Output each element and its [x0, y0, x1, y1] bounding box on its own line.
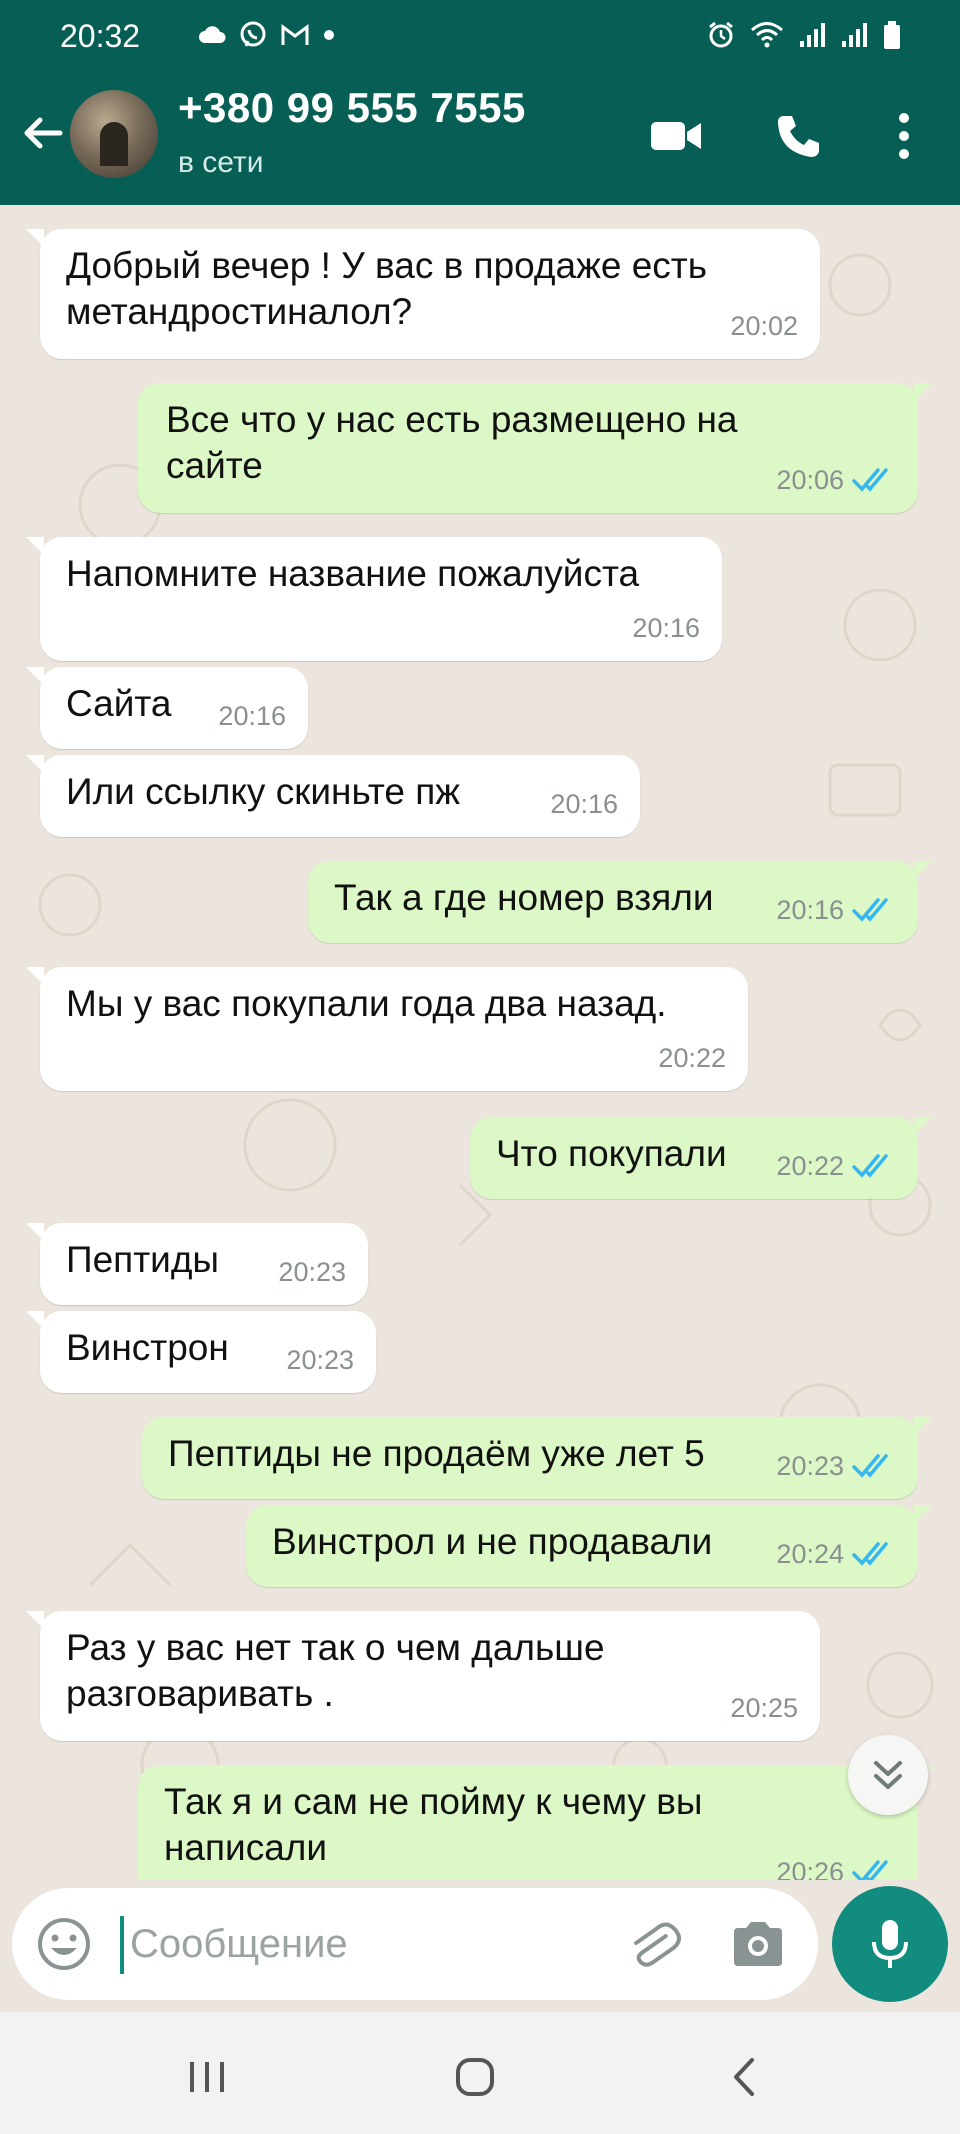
- message-composer[interactable]: Сообщение: [12, 1888, 818, 2000]
- message-meta: 20:25: [730, 1685, 798, 1731]
- scroll-to-bottom-button[interactable]: [848, 1735, 928, 1815]
- microphone-icon: [872, 1920, 908, 1968]
- message-time: 20:22: [658, 1043, 726, 1073]
- message-meta: 20:24: [776, 1531, 896, 1577]
- message-text: Напомните название пожалуйста: [66, 553, 640, 594]
- message-outgoing[interactable]: Что покупали 20:22: [470, 1117, 932, 1199]
- status-right-icons: [706, 20, 902, 50]
- message-text: Мы у вас покупали года два назад.: [66, 983, 667, 1024]
- gmail-icon: [281, 24, 309, 45]
- contact-status: в сети: [178, 146, 264, 179]
- message-meta: 20:02: [730, 303, 798, 349]
- chat-area[interactable]: Добрый вечер ! У вас в продаже есть мета…: [0, 205, 960, 1880]
- message-incoming[interactable]: Мы у вас покупали года два назад. 20:22: [26, 967, 748, 1091]
- recent-apps-icon[interactable]: [182, 2052, 232, 2102]
- microphone-button[interactable]: [832, 1886, 948, 2002]
- emoji-icon[interactable]: [36, 1916, 92, 1972]
- message-incoming[interactable]: Сайта 20:16: [26, 667, 308, 749]
- double-check-icon: [852, 1454, 888, 1478]
- message-meta: 20:23: [278, 1249, 346, 1295]
- system-navigation-bar: [0, 2012, 960, 2134]
- status-left-icons: [198, 20, 336, 50]
- alarm-icon: [709, 21, 733, 48]
- more-vert-icon: [899, 113, 909, 159]
- message-incoming[interactable]: Или ссылку скиньте пж 20:16: [26, 755, 640, 837]
- message-meta: 20:16: [218, 693, 286, 739]
- double-check-icon: [852, 1154, 888, 1178]
- camera-icon[interactable]: [730, 1918, 786, 1970]
- chat-header: +380 99 555 7555 в сети: [0, 64, 960, 205]
- message-meta: 20:26: [776, 1849, 896, 1880]
- message-incoming[interactable]: Напомните название пожалуйста 20:16: [26, 537, 722, 661]
- video-call-button[interactable]: [648, 108, 704, 164]
- home-icon[interactable]: [450, 2052, 500, 2102]
- message-time: 20:22: [776, 1151, 844, 1181]
- signal-icon: [800, 23, 825, 47]
- message-meta: 20:23: [286, 1337, 354, 1383]
- contact-name[interactable]: +380 99 555 7555: [178, 84, 526, 132]
- avatar[interactable]: [70, 90, 158, 178]
- signal-icon-2: [842, 23, 867, 47]
- notification-dot-icon: [324, 30, 334, 40]
- double-check-icon: [852, 898, 888, 922]
- message-time: 20:16: [776, 895, 844, 925]
- message-incoming[interactable]: Винстрон 20:23: [26, 1311, 376, 1393]
- arrow-left-icon[interactable]: [18, 108, 68, 158]
- double-chevron-down-icon: [874, 1761, 902, 1789]
- message-meta: 20:22: [658, 1035, 726, 1081]
- status-time: 20:32: [60, 18, 141, 54]
- double-check-icon: [852, 1542, 888, 1566]
- viber-icon: [240, 21, 266, 47]
- message-outgoing[interactable]: Все что у нас есть размещено на сайте 20…: [138, 383, 932, 513]
- message-meta: 20:23: [776, 1443, 896, 1489]
- message-meta: 20:16: [550, 781, 618, 827]
- message-text: Все что у нас есть размещено на сайте: [166, 399, 738, 486]
- message-time: 20:26: [776, 1857, 844, 1880]
- status-bar: 20:32: [0, 0, 960, 64]
- phone-call-icon: [778, 116, 819, 157]
- cloud-icon: [199, 26, 226, 43]
- back-nav-icon[interactable]: [720, 2052, 770, 2102]
- message-meta: 20:22: [776, 1143, 896, 1189]
- message-outgoing[interactable]: Так а где номер взяли 20:16: [308, 861, 932, 943]
- message-time: 20:23: [286, 1345, 354, 1375]
- message-text: Так я и сам не пойму к чему вы написали: [164, 1781, 703, 1868]
- text-cursor: [120, 1916, 124, 1974]
- message-text: Раз у вас нет так о чем дальше разговари…: [66, 1627, 605, 1714]
- message-meta: 20:16: [632, 605, 700, 651]
- message-incoming[interactable]: Добрый вечер ! У вас в продаже есть мета…: [26, 229, 820, 359]
- paperclip-icon[interactable]: [624, 1916, 682, 1974]
- video-call-icon: [651, 122, 701, 150]
- message-incoming[interactable]: Пептиды 20:23: [26, 1223, 368, 1305]
- message-text: Или ссылку скиньте пж: [66, 771, 461, 812]
- message-outgoing[interactable]: Так я и сам не пойму к чему вы написали …: [138, 1765, 932, 1880]
- message-text: Добрый вечер ! У вас в продаже есть мета…: [66, 245, 707, 332]
- double-check-icon: [852, 468, 888, 492]
- message-incoming[interactable]: Раз у вас нет так о чем дальше разговари…: [26, 1611, 820, 1741]
- message-time: 20:16: [632, 613, 700, 643]
- message-meta: 20:06: [776, 457, 896, 503]
- voice-call-button[interactable]: [770, 108, 826, 164]
- message-time: 20:16: [218, 701, 286, 731]
- message-outgoing[interactable]: Пептиды не продаём уже лет 5 20:23: [142, 1417, 932, 1499]
- message-time: 20:16: [550, 789, 618, 819]
- message-outgoing[interactable]: Винстрол и не продавали 20:24: [246, 1505, 932, 1587]
- message-time: 20:24: [776, 1539, 844, 1569]
- message-time: 20:06: [776, 465, 844, 495]
- wifi-icon: [751, 22, 783, 48]
- message-meta: 20:16: [776, 887, 896, 933]
- double-check-icon: [852, 1860, 888, 1880]
- message-input[interactable]: Сообщение: [130, 1922, 348, 1967]
- more-options-button[interactable]: [876, 108, 932, 164]
- message-time: 20:23: [776, 1451, 844, 1481]
- message-time: 20:25: [730, 1693, 798, 1723]
- battery-icon: [884, 21, 900, 49]
- message-time: 20:23: [278, 1257, 346, 1287]
- message-time: 20:02: [730, 311, 798, 341]
